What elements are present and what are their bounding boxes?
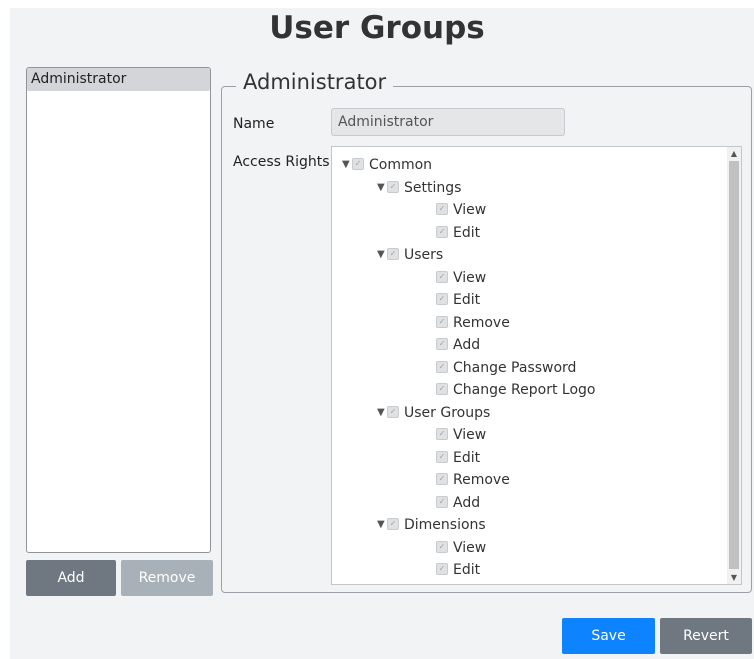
- tree-node-edit[interactable]: ✓ Edit: [436, 289, 480, 311]
- tree-node-add[interactable]: ✓ Add: [436, 492, 480, 514]
- checkbox-icon[interactable]: ✓: [436, 450, 448, 463]
- tree-node-edit[interactable]: ✓ Edit: [436, 222, 480, 244]
- tree-node-label: View: [453, 202, 487, 218]
- tree-node-label: Users: [404, 247, 444, 263]
- tree-node-change-report-logo[interactable]: ✓ Change Report Logo: [436, 379, 595, 401]
- checkbox-icon[interactable]: ✓: [436, 383, 448, 395]
- tree-node-label: Settings: [404, 179, 462, 196]
- tree-node-label: Dimensions: [404, 517, 486, 533]
- checkbox-icon[interactable]: ✓: [436, 540, 448, 553]
- save-button[interactable]: Save: [562, 618, 655, 654]
- group-list-item[interactable]: Administrator: [27, 68, 210, 91]
- tree-node-label: Edit: [453, 292, 481, 308]
- tree-node-users[interactable]: ▼ ✓ Users: [377, 244, 443, 266]
- tree-node-remove[interactable]: ✓ Remove: [436, 312, 510, 334]
- tree-node-view[interactable]: ✓ View: [436, 537, 486, 559]
- user-group-list[interactable]: Administrator: [26, 67, 211, 553]
- tree-node-view[interactable]: ✓ View: [436, 267, 486, 289]
- name-label: Name: [233, 116, 275, 132]
- tree-node-label: Change Password: [453, 359, 577, 376]
- tree-node-label: Edit: [453, 449, 481, 466]
- revert-button[interactable]: Revert: [660, 618, 752, 654]
- tree-node-label: View: [453, 269, 487, 286]
- checkbox-icon[interactable]: ✓: [387, 518, 399, 530]
- checkbox-icon[interactable]: ✓: [387, 180, 399, 193]
- scroll-up-arrow-icon[interactable]: ▲: [727, 147, 741, 160]
- expand-arrow-icon[interactable]: ▼: [377, 514, 387, 536]
- checkbox-icon[interactable]: ✓: [436, 225, 448, 238]
- checkbox-icon[interactable]: ✓: [436, 315, 448, 328]
- tree-node-label: Change Report Logo: [453, 382, 596, 398]
- tree-node-change-password[interactable]: ✓ Change Password: [436, 357, 576, 379]
- group-details-legend: Administrator: [236, 70, 394, 94]
- tree-node-view[interactable]: ✓ View: [436, 199, 486, 221]
- tree-node-common[interactable]: ▼ ✓ Common: [342, 154, 432, 176]
- tree-node-label: View: [453, 427, 487, 443]
- expand-arrow-icon[interactable]: ▼: [342, 154, 352, 176]
- access-rights-label: Access Rights: [233, 154, 330, 170]
- tree-node-edit[interactable]: ✓ Edit: [436, 559, 480, 581]
- expand-arrow-icon[interactable]: ▼: [377, 177, 387, 199]
- name-field[interactable]: [331, 108, 565, 136]
- tree-node-settings[interactable]: ▼ ✓ Settings: [377, 177, 461, 199]
- access-rights-tree[interactable]: ▼ ✓ Common ▼ ✓ Settings ✓ View ✓ Edit ▼ ✓ Users ✓ View…: [331, 146, 742, 585]
- tree-node-label: Edit: [453, 562, 481, 578]
- checkbox-icon[interactable]: ✓: [436, 293, 448, 305]
- checkbox-icon[interactable]: ✓: [352, 158, 364, 170]
- tree-scrollbar[interactable]: ▲ ▼: [727, 147, 741, 584]
- tree-node-user-groups[interactable]: ▼ ✓ User Groups: [377, 402, 490, 424]
- scroll-down-arrow-icon[interactable]: ▼: [727, 571, 741, 584]
- page-title: User Groups: [269, 10, 485, 46]
- tree-node-add[interactable]: ✓ Add: [436, 334, 480, 356]
- expand-arrow-icon[interactable]: ▼: [377, 244, 387, 266]
- tree-node-view[interactable]: ✓ View: [436, 424, 486, 446]
- checkbox-icon[interactable]: ✓: [436, 495, 448, 508]
- checkbox-icon[interactable]: ✓: [436, 473, 448, 485]
- checkbox-icon[interactable]: ✓: [436, 270, 448, 283]
- tree-node-remove[interactable]: ✓ Remove: [436, 469, 510, 491]
- tree-node-dimensions[interactable]: ▼ ✓ Dimensions: [377, 514, 486, 536]
- checkbox-icon[interactable]: ✓: [436, 360, 448, 373]
- checkbox-icon[interactable]: ✓: [436, 338, 448, 350]
- tree-node-label: Add: [453, 494, 481, 511]
- checkbox-icon[interactable]: ✓: [436, 203, 448, 215]
- tree-node-label: Add: [453, 337, 481, 353]
- scroll-thumb[interactable]: [729, 161, 739, 569]
- tree-node-edit[interactable]: ✓ Edit: [436, 447, 480, 469]
- checkbox-icon[interactable]: ✓: [436, 428, 448, 440]
- tree-node-label: Remove: [453, 314, 510, 331]
- tree-node-label: Edit: [453, 224, 481, 241]
- tree-node-label: Remove: [453, 472, 510, 488]
- tree-node-label: User Groups: [404, 404, 491, 421]
- checkbox-icon[interactable]: ✓: [436, 563, 448, 575]
- tree-node-label: Common: [369, 157, 433, 173]
- tree-node-label: View: [453, 539, 487, 556]
- remove-button[interactable]: Remove: [121, 560, 213, 596]
- add-button[interactable]: Add: [26, 560, 116, 596]
- expand-arrow-icon[interactable]: ▼: [377, 402, 387, 424]
- checkbox-icon[interactable]: ✓: [387, 405, 399, 418]
- checkbox-icon[interactable]: ✓: [387, 248, 399, 260]
